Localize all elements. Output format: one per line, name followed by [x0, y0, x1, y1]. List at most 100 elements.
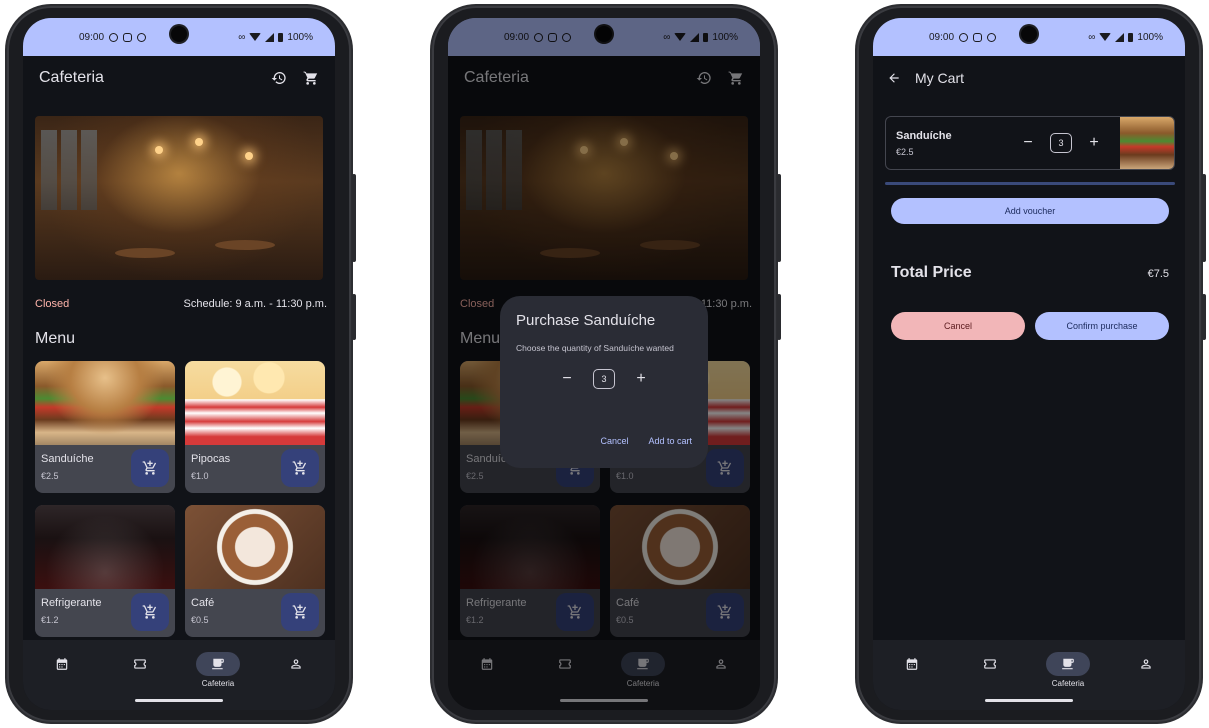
- cart-item-image: [1120, 117, 1174, 169]
- app-title: Cafeteria: [39, 69, 104, 86]
- volume-button: [352, 174, 356, 262]
- app-notification-icon: [137, 32, 147, 42]
- quantity-value[interactable]: 3: [593, 369, 615, 389]
- dialog-subtitle: Choose the quantity of Sanduíche wanted: [516, 343, 674, 353]
- battery-icon: [1128, 32, 1134, 42]
- home-indicator[interactable]: [135, 699, 223, 702]
- whatsapp-icon: [109, 32, 119, 42]
- soda-image: [35, 505, 175, 589]
- battery-level: 100%: [287, 31, 313, 43]
- phone-purchase-dialog: 09:00 ∞ 100% Cafeteria Closed 11:30 p.m.…: [432, 6, 781, 722]
- nav-cafeteria[interactable]: Cafeteria: [188, 652, 248, 688]
- phone-cafeteria: 09:00 ∞ 100% Cafeteria Closed Schedule: …: [7, 6, 356, 722]
- quantity-stepper: − 3 +: [516, 369, 692, 389]
- menu-item-name: Refrigerante: [41, 597, 102, 609]
- nav-profile[interactable]: [266, 652, 326, 676]
- nav-cafeteria[interactable]: Cafeteria: [1038, 652, 1098, 688]
- cart-quantity-stepper: − 3 +: [1020, 133, 1102, 153]
- menu-card-soda[interactable]: Refrigerante €1.2: [35, 505, 175, 637]
- add-cart-icon: [292, 604, 307, 619]
- person-icon: [1141, 659, 1151, 669]
- nav-tickets[interactable]: [110, 652, 170, 676]
- link-icon: ∞: [238, 31, 246, 43]
- menu-card-popcorn[interactable]: Pipocas €1.0: [185, 361, 325, 493]
- power-button: [352, 294, 356, 340]
- person-icon: [291, 659, 301, 669]
- lamp: [245, 152, 253, 160]
- add-voucher-button[interactable]: Add voucher: [891, 198, 1169, 224]
- instagram-icon: [123, 32, 133, 42]
- app-notification-icon: [987, 32, 997, 42]
- quantity-value[interactable]: 3: [1050, 133, 1072, 153]
- nav-calendar[interactable]: [32, 652, 92, 676]
- instagram-icon: [973, 32, 983, 42]
- status-time: 09:00: [929, 31, 955, 43]
- cancel-button[interactable]: Cancel: [891, 312, 1025, 340]
- menu-item-price: €2.5: [41, 471, 59, 481]
- camera-cutout: [1021, 26, 1037, 42]
- cart-item: Sanduíche €2.5 − 3 +: [885, 116, 1175, 170]
- phone-my-cart: 09:00 ∞ 100% My Cart Sanduíche €2.5 − 3 …: [857, 6, 1206, 722]
- calendar-icon: [56, 658, 68, 670]
- lamp: [155, 146, 163, 154]
- screen-my-cart: 09:00 ∞ 100% My Cart Sanduíche €2.5 − 3 …: [873, 18, 1185, 710]
- cart-icon[interactable]: [303, 70, 319, 86]
- hero-image: [35, 116, 323, 280]
- whatsapp-icon: [959, 32, 969, 42]
- status-time: 09:00: [79, 31, 105, 43]
- total-row: Total Price €7.5: [891, 264, 1169, 282]
- power-button: [777, 294, 781, 340]
- add-to-cart-button[interactable]: [131, 449, 169, 487]
- app-bar: Cafeteria: [23, 56, 335, 100]
- sandwich-image: [35, 361, 175, 445]
- calendar-icon: [906, 658, 918, 670]
- menu-item-price: €1.2: [41, 615, 59, 625]
- menu-item-price: €0.5: [191, 615, 209, 625]
- confirm-purchase-button[interactable]: Confirm purchase: [1035, 312, 1169, 340]
- volume-button: [1202, 174, 1206, 262]
- link-icon: ∞: [1088, 31, 1096, 43]
- signal-icon: [265, 32, 275, 42]
- back-arrow-icon[interactable]: [887, 71, 901, 85]
- nav-profile[interactable]: [1116, 652, 1176, 676]
- lamp: [195, 138, 203, 146]
- nav-tickets[interactable]: [960, 652, 1020, 676]
- add-cart-icon: [142, 460, 157, 475]
- purchase-dialog: Purchase Sanduíche Choose the quantity o…: [500, 296, 708, 468]
- dialog-cancel-button[interactable]: Cancel: [600, 436, 628, 446]
- cart-item-name: Sanduíche: [896, 130, 952, 142]
- battery-icon: [278, 32, 284, 42]
- add-cart-icon: [292, 460, 307, 475]
- total-value: €7.5: [1147, 268, 1169, 280]
- battery-level: 100%: [1137, 31, 1163, 43]
- add-to-cart-confirm-button[interactable]: Add to cart: [648, 436, 692, 446]
- increase-button[interactable]: +: [633, 370, 649, 388]
- screen-cafeteria: 09:00 ∞ 100% Cafeteria Closed Schedule: …: [23, 18, 335, 710]
- table: [115, 248, 175, 258]
- nav-calendar[interactable]: [882, 652, 942, 676]
- history-icon[interactable]: [271, 70, 287, 86]
- decrease-button[interactable]: −: [1020, 134, 1036, 152]
- schedule-text: Schedule: 9 a.m. - 11:30 p.m.: [183, 298, 327, 310]
- add-to-cart-button[interactable]: [131, 593, 169, 631]
- menu-card-coffee[interactable]: Café €0.5: [185, 505, 325, 637]
- total-label: Total Price: [891, 264, 972, 281]
- volume-button: [777, 174, 781, 262]
- table: [215, 240, 275, 250]
- info-row: Closed Schedule: 9 a.m. - 11:30 p.m.: [35, 298, 327, 310]
- home-indicator[interactable]: [985, 699, 1073, 702]
- menu-item-price: €1.0: [191, 471, 209, 481]
- progress-divider: [885, 182, 1175, 185]
- add-cart-icon: [142, 604, 157, 619]
- stage: 09:00 ∞ 100% Cafeteria Closed Schedule: …: [0, 0, 1209, 728]
- decrease-button[interactable]: −: [559, 370, 575, 388]
- menu-item-name: Café: [191, 597, 215, 609]
- window: [61, 130, 77, 210]
- coffee-cup-icon: [1062, 658, 1074, 670]
- power-button: [1202, 294, 1206, 340]
- add-to-cart-button[interactable]: [281, 593, 319, 631]
- add-to-cart-button[interactable]: [281, 449, 319, 487]
- menu-card-sandwich[interactable]: Sanduíche €2.5: [35, 361, 175, 493]
- increase-button[interactable]: +: [1086, 134, 1102, 152]
- ticket-icon: [134, 659, 146, 669]
